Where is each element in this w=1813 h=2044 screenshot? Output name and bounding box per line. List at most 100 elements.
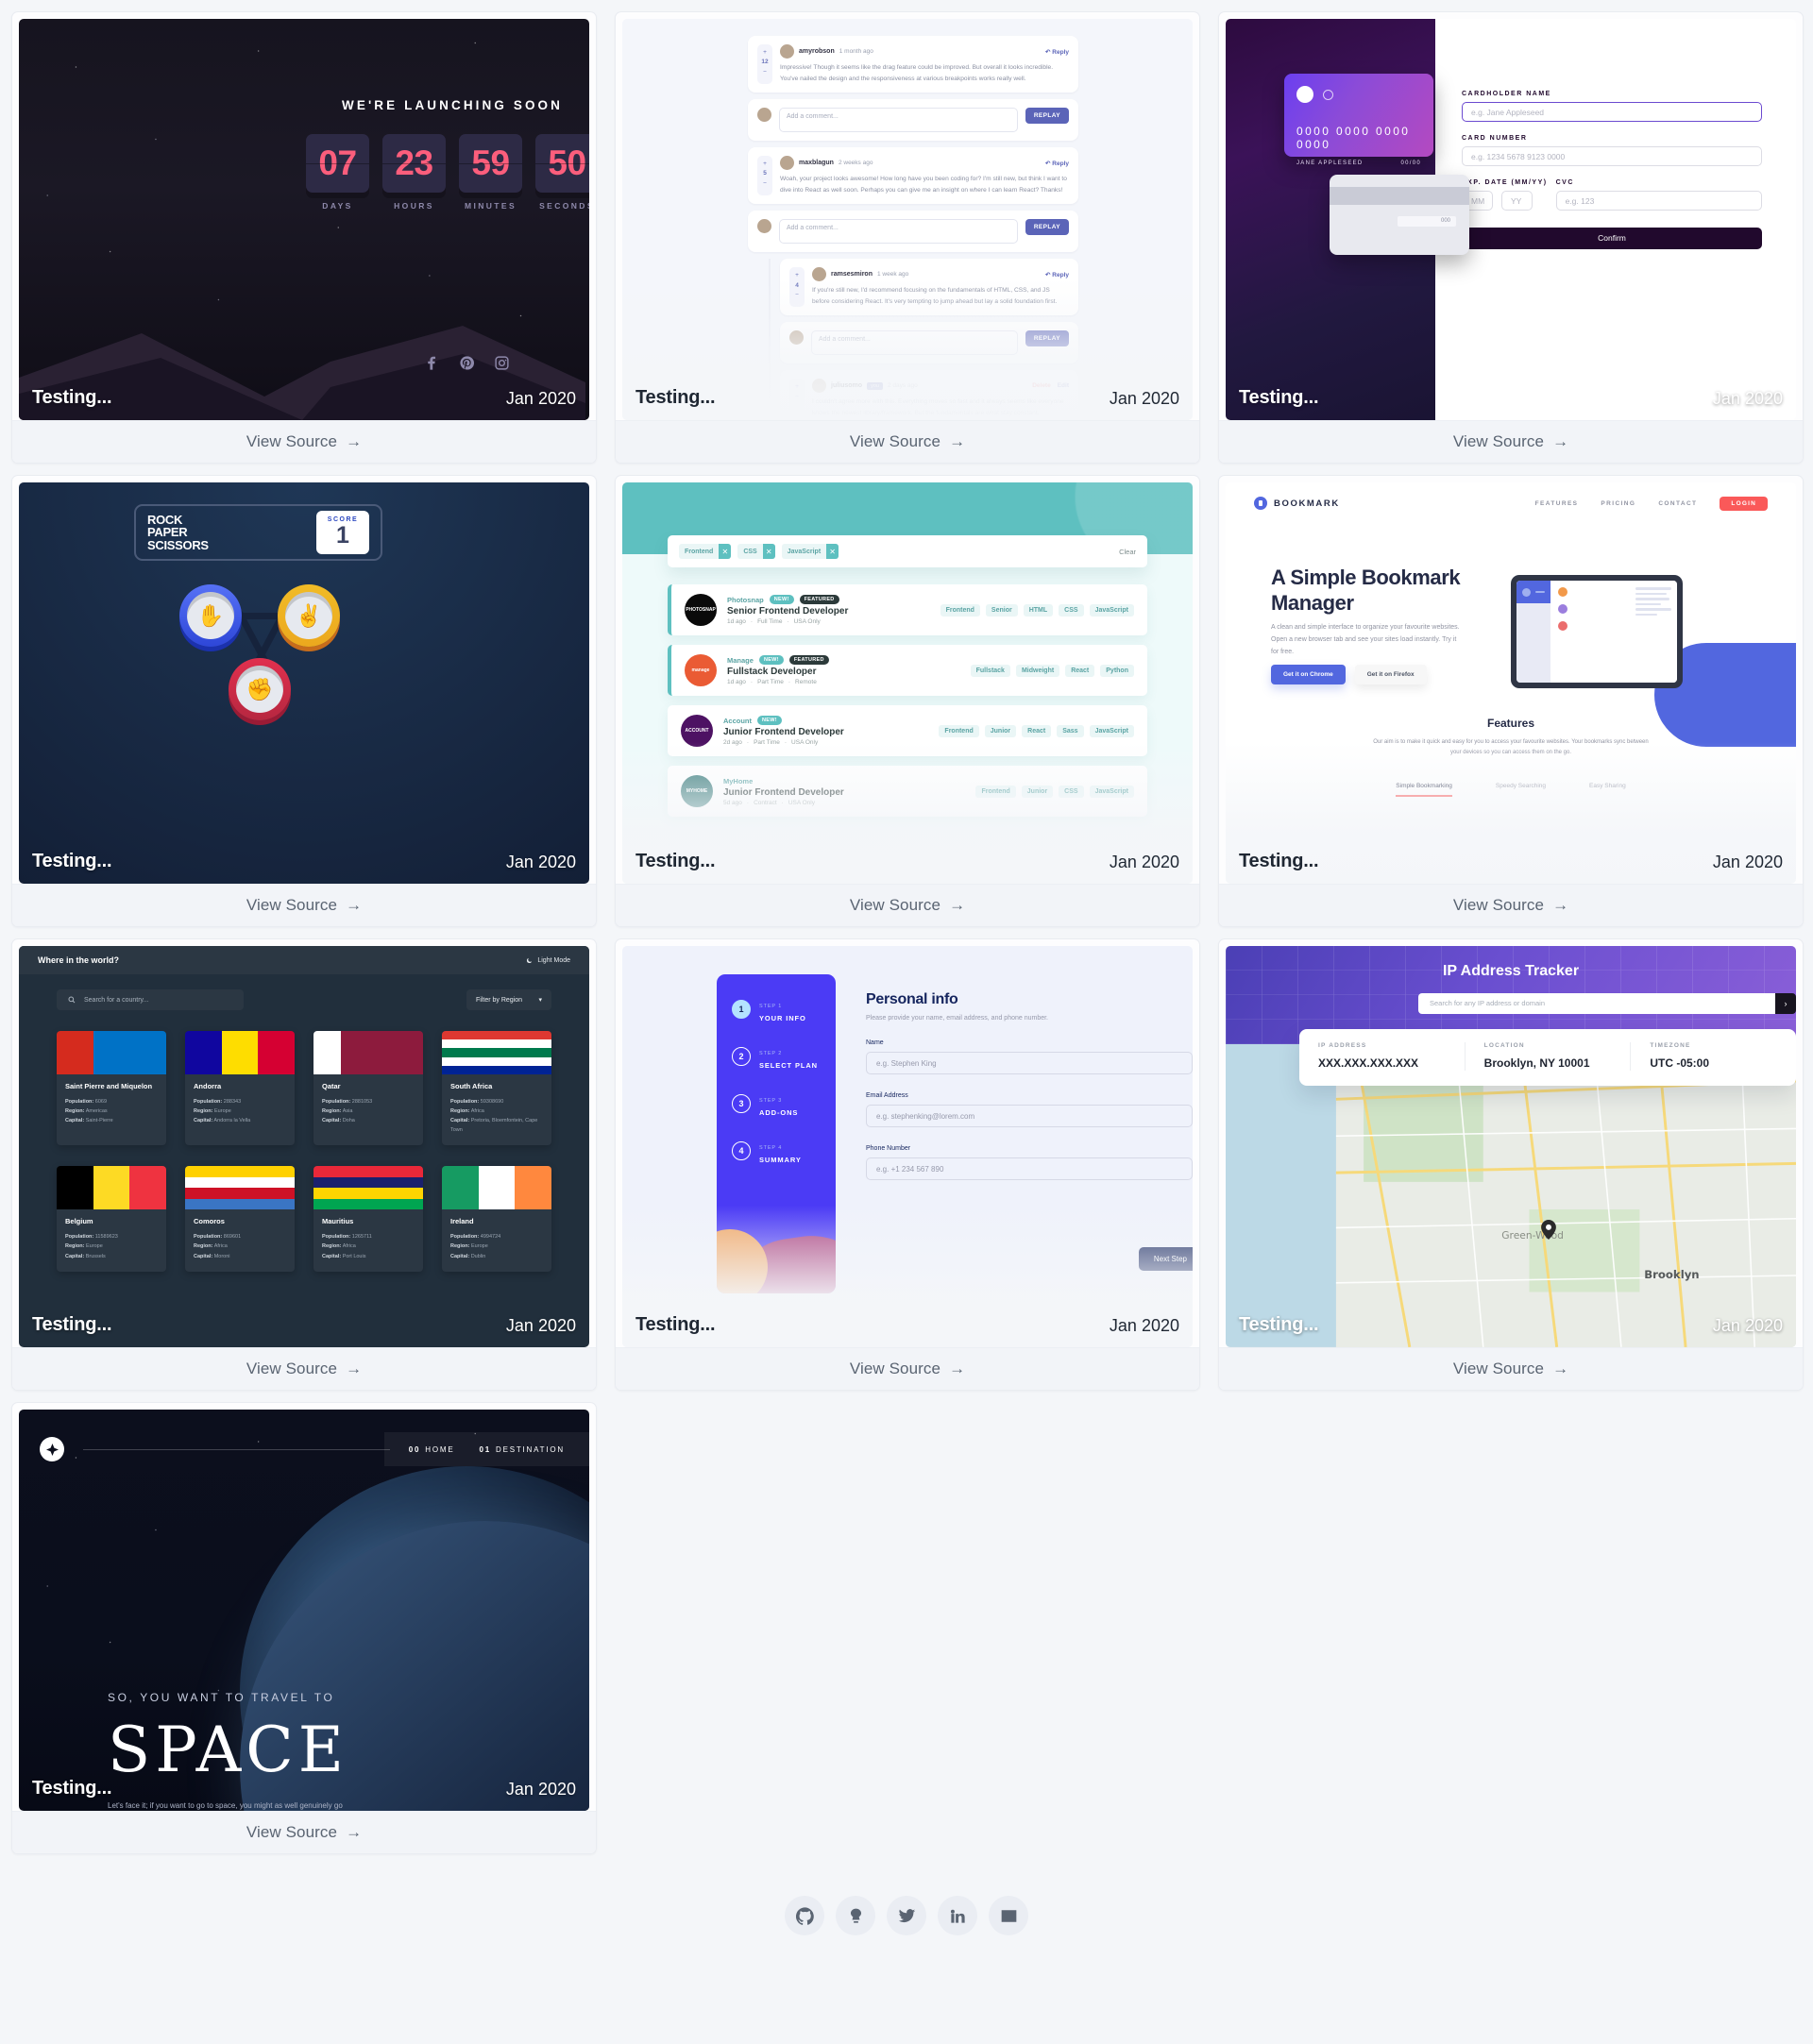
skill-tag[interactable]: HTML	[1023, 603, 1054, 617]
nav-link-pricing[interactable]: PRICING	[1601, 500, 1635, 507]
get-chrome-button[interactable]: Get it on Chrome	[1271, 665, 1346, 684]
vote-control[interactable]: + −	[789, 379, 805, 419]
comment-input[interactable]: Add a comment...	[811, 330, 1018, 356]
clear-filters-button[interactable]: Clear	[1119, 548, 1136, 556]
job-row[interactable]: MYHOME MyHome Junior Frontend Developer …	[668, 766, 1147, 817]
country-card[interactable]: South Africa Population: 59308690 Region:…	[442, 1031, 551, 1146]
filter-tag[interactable]: JavaScript ✕	[781, 544, 839, 559]
region-filter-select[interactable]: Filter by Region ▾	[466, 989, 551, 1010]
country-card[interactable]: Comoros Population: 869601 Region: Africa…	[185, 1166, 295, 1272]
card-number-input[interactable]: e.g. 1234 5678 9123 0000	[1462, 146, 1762, 166]
nav-item-destination[interactable]: 01 DESTINATION	[480, 1445, 566, 1454]
skill-tag[interactable]: Frontend	[940, 603, 980, 617]
job-row[interactable]: manage Manage NEW! FEATURED Fullstack De…	[668, 645, 1147, 696]
country-card[interactable]: Mauritius Population: 1265711 Region: Afr…	[313, 1166, 423, 1272]
vote-control[interactable]: +4−	[789, 267, 805, 308]
skill-tag[interactable]: Fullstack	[970, 664, 1010, 677]
tab-easy-sharing[interactable]: Easy Sharing	[1589, 783, 1626, 797]
vote-control[interactable]: +12−	[757, 44, 772, 85]
token-scissors[interactable]: ✌	[278, 584, 340, 647]
project-card-space-tourism[interactable]: 00 HOME 01 DESTINATION SO, YOU WANT TO TRA…	[11, 1402, 597, 1854]
ip-search-input[interactable]: Search for any IP address or domain	[1418, 993, 1775, 1014]
linkedin-link[interactable]	[938, 1896, 977, 1935]
send-button[interactable]: REPLAY	[1025, 108, 1069, 125]
country-card[interactable]: Ireland Population: 4994724 Region: Europ…	[442, 1166, 551, 1272]
next-step-button[interactable]: Next Step	[1138, 1247, 1193, 1271]
send-button[interactable]: REPLAY	[1025, 330, 1069, 347]
comment-input[interactable]: Add a comment...	[779, 219, 1018, 245]
logo-icon[interactable]	[40, 1437, 64, 1461]
edit-button[interactable]: Edit	[1058, 382, 1069, 389]
skill-tag[interactable]: CSS	[1059, 785, 1084, 798]
view-source-button[interactable]: View Source →	[616, 883, 1199, 926]
view-source-button[interactable]: View Source →	[12, 1810, 596, 1853]
theme-toggle[interactable]: Light Mode	[526, 957, 570, 964]
project-card-bookmark-landing[interactable]: BOOKMARK FEATURES PRICING CONTACT LOGIN …	[1218, 475, 1804, 927]
github-link[interactable]	[785, 1896, 824, 1935]
project-card-multi-step-form[interactable]: 1 STEP 1 YOUR INFO 2 STEP 2 SELECT PLAN 3 …	[615, 938, 1200, 1391]
country-card[interactable]: Qatar Population: 2881053 Region: Asia Cap…	[313, 1031, 423, 1146]
view-source-button[interactable]: View Source →	[12, 1346, 596, 1390]
vote-control[interactable]: +5−	[757, 156, 772, 196]
job-row[interactable]: PHOTOSNAP Photosnap NEW! FEATURED Senior…	[668, 584, 1147, 635]
token-paper[interactable]: ✋	[179, 584, 242, 647]
project-card-ip-address-tracker[interactable]: Green-Wood Brooklyn IP Address Tracker S…	[1218, 938, 1804, 1391]
cardholder-input[interactable]: e.g. Jane Appleseed	[1462, 102, 1762, 122]
view-source-button[interactable]: View Source →	[616, 419, 1199, 463]
skill-tag[interactable]: React	[1065, 664, 1095, 677]
skill-tag[interactable]: Junior	[984, 724, 1017, 737]
skill-tag[interactable]: Midweight	[1015, 664, 1060, 677]
reply-button[interactable]: ↶ Reply	[1045, 271, 1069, 279]
nav-link-contact[interactable]: CONTACT	[1658, 500, 1697, 507]
skill-tag[interactable]: Frontend	[939, 724, 979, 737]
view-source-button[interactable]: View Source →	[1219, 883, 1803, 926]
filter-tag[interactable]: Frontend ✕	[679, 544, 732, 559]
email-input[interactable]: e.g. stephenking@lorem.com	[866, 1105, 1193, 1127]
skill-tag[interactable]: CSS	[1059, 603, 1084, 617]
step-item-2[interactable]: 2 STEP 2 SELECT PLAN	[732, 1042, 836, 1070]
view-source-button[interactable]: View Source →	[616, 1346, 1199, 1390]
project-card-rock-paper-scissors[interactable]: ROCK PAPER SCISSORS SCORE 1 ✋ ✌ ✊ Testin…	[11, 475, 597, 927]
country-card[interactable]: Belgium Population: 11589623 Region: Euro…	[57, 1166, 166, 1272]
skill-tag[interactable]: JavaScript	[1089, 785, 1134, 798]
project-card-interactive-card-details[interactable]: 0000 0000 0000 0000 JANE APPLESEED 00/00…	[1218, 11, 1804, 464]
nav-link-features[interactable]: FEATURES	[1535, 500, 1579, 507]
skill-tag[interactable]: JavaScript	[1089, 603, 1134, 617]
skill-tag[interactable]: JavaScript	[1089, 724, 1134, 737]
frontendmentor-link[interactable]	[836, 1896, 875, 1935]
login-button[interactable]: LOGIN	[1720, 496, 1768, 511]
skill-tag[interactable]: Python	[1100, 664, 1134, 677]
tab-simple-bookmarking[interactable]: Simple Bookmarking	[1396, 783, 1452, 797]
view-source-button[interactable]: View Source →	[12, 419, 596, 463]
project-card-job-listings[interactable]: Frontend ✕ CSS ✕ JavaScript ✕ Clear PHOTOSN…	[615, 475, 1200, 927]
codepen-link[interactable]	[989, 1896, 1028, 1935]
skill-tag[interactable]: Junior	[1021, 785, 1054, 798]
skill-tag[interactable]: Sass	[1057, 724, 1084, 737]
search-input[interactable]: Search for a country...	[57, 989, 244, 1010]
map-view[interactable]: Green-Wood Brooklyn	[1226, 1044, 1796, 1347]
confirm-button[interactable]: Confirm	[1462, 228, 1762, 249]
country-card[interactable]: Saint Pierre and Miquelon Population: 60…	[57, 1031, 166, 1146]
view-source-button[interactable]: View Source →	[1219, 419, 1803, 463]
project-card-interactive-comments[interactable]: +12− amyrobson 1 month ago ↶ Reply Impre…	[615, 11, 1200, 464]
view-source-button[interactable]: View Source →	[12, 883, 596, 926]
step-item-3[interactable]: 3 STEP 3 ADD-ONS	[732, 1090, 836, 1117]
search-submit-button[interactable]: ›	[1775, 993, 1796, 1014]
twitter-link[interactable]	[887, 1896, 926, 1935]
view-source-button[interactable]: View Source →	[1219, 1346, 1803, 1390]
project-card-countdown-timer[interactable]: WE'RE LAUNCHING SOON 07 DAYS 23 HOURS 59…	[11, 11, 597, 464]
reply-button[interactable]: ↶ Reply	[1045, 160, 1069, 167]
filter-tag[interactable]: CSS ✕	[737, 544, 775, 559]
phone-input[interactable]: e.g. +1 234 567 890	[866, 1157, 1193, 1180]
skill-tag[interactable]: Frontend	[975, 785, 1016, 798]
step-item-1[interactable]: 1 STEP 1 YOUR INFO	[732, 995, 836, 1022]
reply-button[interactable]: ↶ Reply	[1045, 48, 1069, 56]
cvc-input[interactable]: e.g. 123	[1555, 191, 1762, 211]
send-button[interactable]: REPLAY	[1025, 219, 1069, 236]
delete-button[interactable]: Delete	[1032, 382, 1051, 389]
job-row[interactable]: ACCOUNT Account NEW! Junior Frontend Dev…	[668, 705, 1147, 756]
get-firefox-button[interactable]: Get it on Firefox	[1354, 665, 1427, 684]
country-card[interactable]: Andorra Population: 288343 Region: Europe…	[185, 1031, 295, 1146]
skill-tag[interactable]: Senior	[985, 603, 1018, 617]
tab-speedy-searching[interactable]: Speedy Searching	[1496, 783, 1546, 797]
